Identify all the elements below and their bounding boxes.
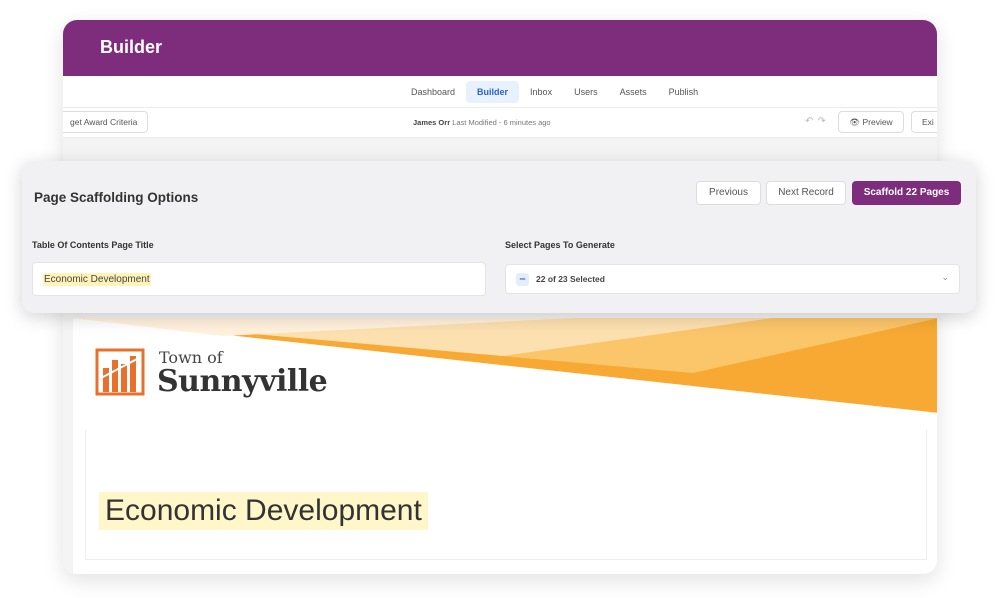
next-record-button[interactable]: Next Record <box>766 181 846 205</box>
modified-user: James Orr <box>413 118 451 127</box>
document-heading: Economic Development <box>99 492 428 530</box>
pages-select-dropdown[interactable]: – 22 of 23 Selected ⌄ <box>505 264 960 294</box>
modified-text: Last Modified - 6 minutes ago <box>452 118 551 127</box>
toolbar: get Award Criteria James Orr Last Modifi… <box>63 108 937 138</box>
town-logo-icon <box>95 348 145 396</box>
partial-select-checkbox[interactable]: – <box>516 273 529 286</box>
scaffold-pages-button[interactable]: Scaffold 22 Pages <box>852 181 961 205</box>
town-name-text: Sunnyville <box>157 364 328 399</box>
preview-button[interactable]: 👁 Preview <box>838 111 904 133</box>
app-title: Builder <box>100 37 163 57</box>
previous-button[interactable]: Previous <box>696 181 761 205</box>
toc-title-label: Table Of Contents Page Title <box>32 240 154 250</box>
chevron-down-icon: ⌄ <box>941 272 949 282</box>
pages-selected-value: 22 of 23 Selected <box>536 274 605 284</box>
tab-assets[interactable]: Assets <box>609 81 658 103</box>
undo-icon[interactable]: ↶ <box>805 116 817 127</box>
document-page: Town of Sunnyville Economic Development <box>73 318 937 574</box>
toc-title-value: Economic Development <box>43 272 151 286</box>
last-modified: James Orr Last Modified - 6 minutes ago <box>413 118 551 127</box>
scaffolding-options-panel: Page Scaffolding Options Previous Next R… <box>22 161 976 313</box>
panel-title: Page Scaffolding Options <box>34 190 199 205</box>
tab-inbox[interactable]: Inbox <box>519 81 563 103</box>
eye-icon: 👁 <box>849 117 861 127</box>
nav-bar: Dashboard Builder Inbox Users Assets Pub… <box>63 76 937 108</box>
tab-dashboard[interactable]: Dashboard <box>400 81 466 103</box>
stage: Builder Dashboard Builder Inbox Users As… <box>0 0 1000 598</box>
toc-title-input[interactable]: Economic Development <box>32 262 486 296</box>
preview-label: Preview <box>862 117 893 127</box>
select-pages-label: Select Pages To Generate <box>505 240 615 250</box>
redo-icon[interactable]: ↷ <box>817 116 829 127</box>
tab-builder[interactable]: Builder <box>466 81 520 103</box>
app-header: Builder <box>63 20 937 76</box>
tab-publish[interactable]: Publish <box>658 81 710 103</box>
exit-button[interactable]: Exi <box>911 111 937 133</box>
tab-users[interactable]: Users <box>563 81 609 103</box>
nav-tabs: Dashboard Builder Inbox Users Assets Pub… <box>400 81 709 103</box>
undo-redo: ↶↷ <box>805 116 830 127</box>
award-criteria-button[interactable]: get Award Criteria <box>63 111 149 133</box>
